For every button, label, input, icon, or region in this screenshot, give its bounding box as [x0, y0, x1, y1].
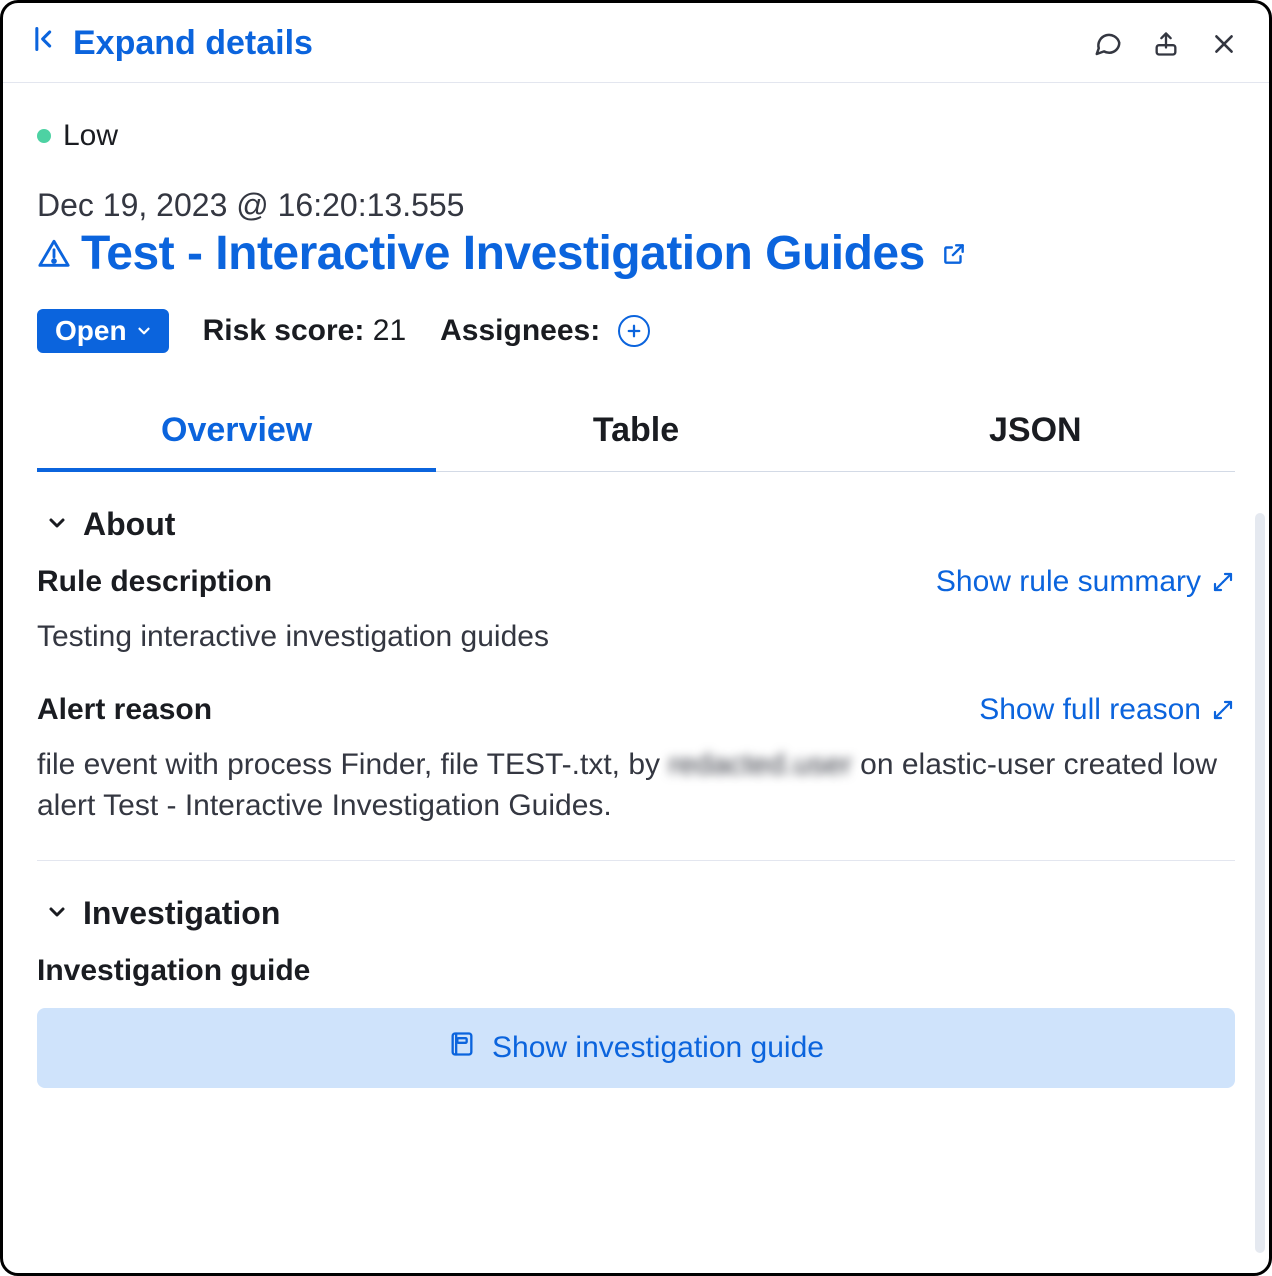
tab-json[interactable]: JSON: [836, 393, 1235, 471]
divider: [37, 860, 1235, 861]
assignees: Assignees:: [440, 314, 650, 348]
chevron-down-icon: [135, 322, 153, 340]
collapse-left-icon: [31, 23, 59, 64]
about-section: About Rule description Show rule summary…: [37, 506, 1235, 862]
alert-reason-user: redacted.user: [668, 748, 851, 781]
risk-score: Risk score: 21: [203, 314, 407, 348]
risk-score-label: Risk score:: [203, 314, 365, 347]
investigation-section-toggle[interactable]: Investigation: [45, 895, 1235, 932]
severity-row: Low: [37, 119, 1235, 153]
header-actions: [1091, 27, 1241, 61]
show-investigation-guide-label: Show investigation guide: [492, 1031, 824, 1065]
tabs: Overview Table JSON: [37, 393, 1235, 472]
scrollbar[interactable]: [1255, 513, 1265, 1253]
severity-dot-icon: [37, 129, 51, 143]
investigation-guide-label: Investigation guide: [37, 954, 1235, 988]
flyout-header: Expand details: [3, 3, 1269, 83]
chevron-down-icon: [45, 506, 69, 543]
show-full-reason-label: Show full reason: [979, 693, 1201, 727]
status-dropdown[interactable]: Open: [37, 309, 169, 353]
show-investigation-guide-button[interactable]: Show investigation guide: [37, 1008, 1235, 1088]
alert-title-row: Test - Interactive Investigation Guides: [37, 228, 1235, 281]
close-icon[interactable]: [1207, 27, 1241, 61]
assignees-label: Assignees:: [440, 314, 600, 348]
add-assignee-button[interactable]: [618, 315, 650, 347]
rule-description-label: Rule description: [37, 565, 272, 599]
about-title: About: [83, 506, 175, 543]
status-label: Open: [55, 315, 127, 347]
show-rule-summary-label: Show rule summary: [936, 565, 1201, 599]
alert-reason-label: Alert reason: [37, 693, 212, 727]
timestamp: Dec 19, 2023 @ 16:20:13.555: [37, 187, 1235, 224]
warning-icon: [37, 237, 71, 271]
chevron-down-icon: [45, 895, 69, 932]
guide-icon: [448, 1030, 476, 1066]
show-full-reason-button[interactable]: Show full reason: [979, 693, 1235, 727]
severity-label: Low: [63, 119, 118, 153]
alert-reason-row: Alert reason Show full reason: [37, 693, 1235, 727]
investigation-section: Investigation Investigation guide Show i…: [37, 895, 1235, 1088]
external-link-icon[interactable]: [941, 241, 967, 267]
chat-icon[interactable]: [1091, 27, 1125, 61]
alert-reason-text: file event with process Finder, file TES…: [37, 745, 1235, 826]
alert-title-link[interactable]: Test - Interactive Investigation Guides: [81, 228, 925, 281]
risk-score-value: 21: [373, 314, 406, 347]
investigation-title: Investigation: [83, 895, 280, 932]
tab-overview[interactable]: Overview: [37, 393, 436, 472]
meta-row: Open Risk score: 21 Assignees:: [37, 309, 1235, 353]
expand-details-label: Expand details: [73, 24, 313, 63]
rule-description-row: Rule description Show rule summary: [37, 565, 1235, 599]
share-icon[interactable]: [1149, 27, 1183, 61]
flyout-content: Low Dec 19, 2023 @ 16:20:13.555 Test - I…: [3, 83, 1269, 1267]
alert-reason-prefix: file event with process Finder, file TES…: [37, 748, 668, 781]
about-section-toggle[interactable]: About: [45, 506, 1235, 543]
expand-icon: [1211, 570, 1235, 594]
expand-icon: [1211, 698, 1235, 722]
expand-details-button[interactable]: Expand details: [31, 23, 313, 64]
tab-table[interactable]: Table: [436, 393, 835, 471]
show-rule-summary-button[interactable]: Show rule summary: [936, 565, 1235, 599]
rule-description-text: Testing interactive investigation guides: [37, 617, 1235, 658]
